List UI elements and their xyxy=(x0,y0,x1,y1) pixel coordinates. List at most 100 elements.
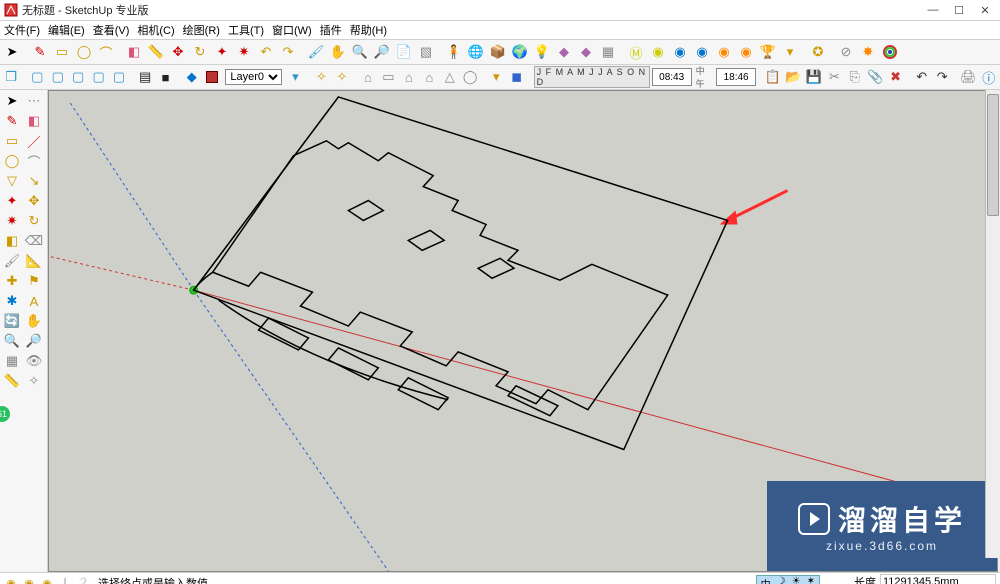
arrow-tool-icon[interactable]: ↘ xyxy=(24,172,44,190)
view-sphere-icon[interactable]: ◯ xyxy=(461,67,479,87)
layer-vis-icon[interactable]: ◆ xyxy=(182,67,200,87)
dd1-icon[interactable]: ✧ xyxy=(312,67,330,87)
minimize-button[interactable]: — xyxy=(920,1,946,19)
erase2-tool-icon[interactable]: ⌫ xyxy=(24,232,44,250)
view-iso-icon[interactable]: ⌂ xyxy=(359,67,377,87)
time-right-field[interactable] xyxy=(716,68,756,86)
text-tool-icon[interactable]: A xyxy=(24,292,44,310)
swatch-icon[interactable] xyxy=(203,67,221,87)
eraser-tool-icon[interactable]: ◧ xyxy=(24,112,44,130)
warehouse-icon[interactable]: 🌍 xyxy=(510,42,530,62)
move-icon[interactable]: ✥ xyxy=(168,42,188,62)
copy-icon[interactable]: ⎘ xyxy=(846,67,864,87)
rect-tool-icon[interactable]: ▭ xyxy=(2,132,22,150)
arc-tool-icon[interactable]: ⌒ xyxy=(24,152,44,170)
paste-icon[interactable]: 📋 xyxy=(764,67,782,87)
menu-help[interactable]: 帮助(H) xyxy=(350,22,387,38)
save-icon[interactable]: 💾 xyxy=(805,67,823,87)
cube2-icon[interactable]: ▢ xyxy=(49,67,67,87)
rotate-tool-icon[interactable]: ↻ xyxy=(24,212,44,230)
paint-icon[interactable]: 🖌 xyxy=(306,42,326,62)
line-tool-icon[interactable]: ／ xyxy=(24,132,44,150)
info-icon[interactable]: ⓘ xyxy=(980,67,998,87)
blue1-icon[interactable]: ◉ xyxy=(670,42,690,62)
redo-arc-icon[interactable]: ↷ xyxy=(278,42,298,62)
cube4-icon[interactable]: ▢ xyxy=(89,67,107,87)
pencil-tool-icon[interactable]: ✎ xyxy=(2,112,22,130)
dots-tool-icon[interactable]: ⋯ xyxy=(24,92,44,110)
cube3-icon[interactable]: ▢ xyxy=(69,67,87,87)
orange-tool-icon[interactable]: ◧ xyxy=(2,232,22,250)
circle-tool-icon[interactable]: ◯ xyxy=(2,152,22,170)
blue-cube-icon[interactable]: ◼ xyxy=(507,67,525,87)
poly-tool-icon[interactable]: ▽ xyxy=(2,172,22,190)
circle-icon[interactable]: ◯ xyxy=(74,42,94,62)
tape2-tool-icon[interactable]: 📏 xyxy=(2,372,22,390)
menu-window[interactable]: 窗口(W) xyxy=(272,22,312,38)
human-icon[interactable]: 🧍 xyxy=(444,42,464,62)
tape-icon[interactable]: 📏 xyxy=(146,42,166,62)
vertical-scrollbar[interactable] xyxy=(985,90,1000,558)
layer-select[interactable]: Layer0 xyxy=(225,69,282,85)
status-person-icon[interactable]: ◉ xyxy=(22,576,36,584)
menu-draw[interactable]: 绘图(R) xyxy=(183,22,220,38)
view-tri-icon[interactable]: △ xyxy=(441,67,459,87)
plug1-icon[interactable]: ◆ xyxy=(554,42,574,62)
zoom-tool-icon[interactable]: 🔍 xyxy=(2,332,22,350)
gear-icon[interactable]: ✸ xyxy=(858,42,878,62)
dd2-icon[interactable]: ✧ xyxy=(333,67,351,87)
dim-tool-icon[interactable]: ✧ xyxy=(24,372,44,390)
menu-edit[interactable]: 编辑(E) xyxy=(48,22,85,38)
offset-icon[interactable]: ✷ xyxy=(234,42,254,62)
down-icon[interactable]: ▾ xyxy=(780,42,800,62)
time-left-field[interactable] xyxy=(652,68,692,86)
menu-view[interactable]: 查看(V) xyxy=(93,22,130,38)
status-credit-icon[interactable]: ◉ xyxy=(40,576,54,584)
target-icon[interactable]: ✪ xyxy=(808,42,828,62)
cube1-icon[interactable]: ▢ xyxy=(28,67,46,87)
arc-icon[interactable]: ⌒ xyxy=(96,42,116,62)
select-icon[interactable]: ➤ xyxy=(2,42,22,62)
rect-icon[interactable]: ▭ xyxy=(52,42,72,62)
blue2-icon[interactable]: ◉ xyxy=(692,42,712,62)
bulb-icon[interactable]: 💡 xyxy=(532,42,552,62)
pan-icon[interactable]: ✋ xyxy=(328,42,348,62)
cut-icon[interactable]: ✂ xyxy=(825,67,843,87)
protractor-tool-icon[interactable]: 📐 xyxy=(24,252,44,270)
month-strip[interactable]: J F M A M J J A S O N D xyxy=(534,66,650,88)
iso-box-icon[interactable]: ❒ xyxy=(2,67,20,87)
plug2-icon[interactable]: ◆ xyxy=(576,42,596,62)
maximize-button[interactable]: ☐ xyxy=(946,1,972,19)
clip-icon[interactable]: 📎 xyxy=(866,67,884,87)
pan-tool-icon[interactable]: ✋ xyxy=(24,312,44,330)
eye-tool-icon[interactable]: 👁 xyxy=(24,352,44,370)
orange2-tool-icon[interactable]: ✚ xyxy=(2,272,22,290)
length-field[interactable] xyxy=(880,574,996,584)
view-house-icon[interactable]: ⌂ xyxy=(400,67,418,87)
m-badge-icon[interactable]: Ⓜ xyxy=(626,42,646,62)
orange1-icon[interactable]: ◉ xyxy=(714,42,734,62)
close-button[interactable]: ✕ xyxy=(972,1,998,19)
component-icon[interactable]: 📦 xyxy=(488,42,508,62)
redo-icon[interactable]: ↷ xyxy=(933,67,951,87)
layer-man-icon[interactable]: ▾ xyxy=(286,67,304,87)
axes-tool-icon[interactable]: ✱ xyxy=(2,292,22,310)
rainbow-icon[interactable] xyxy=(880,42,900,62)
plug3-icon[interactable]: ▦ xyxy=(598,42,618,62)
status-geo-icon[interactable]: ◉ xyxy=(4,576,18,584)
menu-tools[interactable]: 工具(T) xyxy=(228,22,264,38)
zoom-ext-icon[interactable]: 🔎 xyxy=(372,42,392,62)
scale-icon[interactable]: ✦ xyxy=(212,42,232,62)
orange2-icon[interactable]: ◉ xyxy=(736,42,756,62)
orbit-tool-icon[interactable]: 🔄 xyxy=(2,312,22,330)
paint-tool-icon[interactable]: 🖌 xyxy=(2,252,22,270)
viewport-3d[interactable]: 溜溜自学 zixue.3d66.com xyxy=(48,90,998,572)
walk-icon[interactable]: 📄 xyxy=(394,42,414,62)
scroll-thumb[interactable] xyxy=(987,94,999,216)
print-icon[interactable]: 🖨 xyxy=(959,67,978,87)
cup-icon[interactable]: 🏆 xyxy=(758,42,778,62)
select-tool-icon[interactable]: ➤ xyxy=(2,92,22,110)
cube5-icon[interactable]: ▢ xyxy=(110,67,128,87)
eraser-icon[interactable]: ◧ xyxy=(124,42,144,62)
pencil-icon[interactable]: ✎ xyxy=(30,42,50,62)
